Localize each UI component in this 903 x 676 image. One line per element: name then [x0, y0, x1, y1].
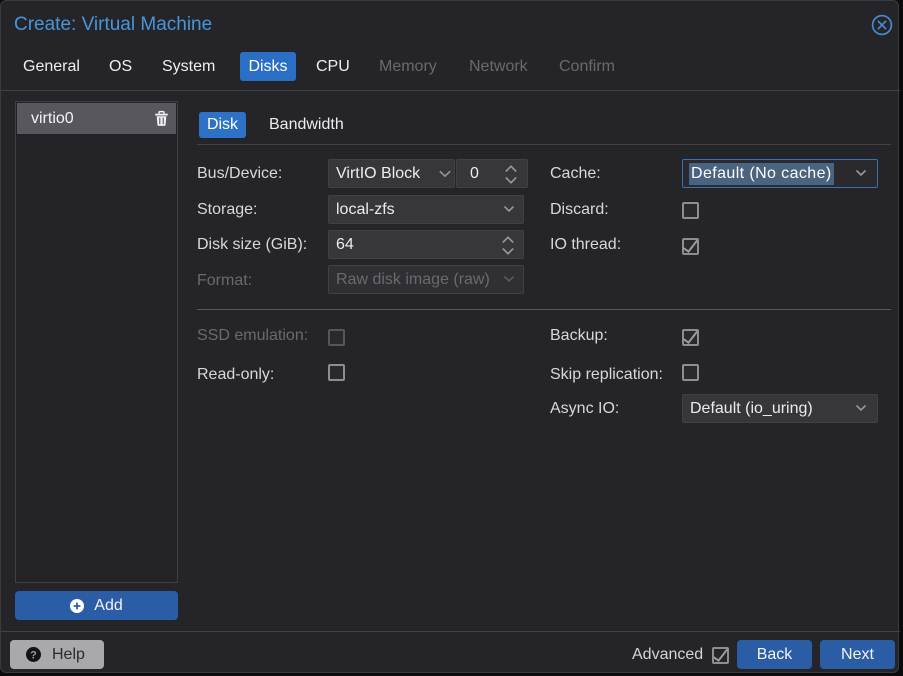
svg-text:?: ? [30, 649, 37, 661]
